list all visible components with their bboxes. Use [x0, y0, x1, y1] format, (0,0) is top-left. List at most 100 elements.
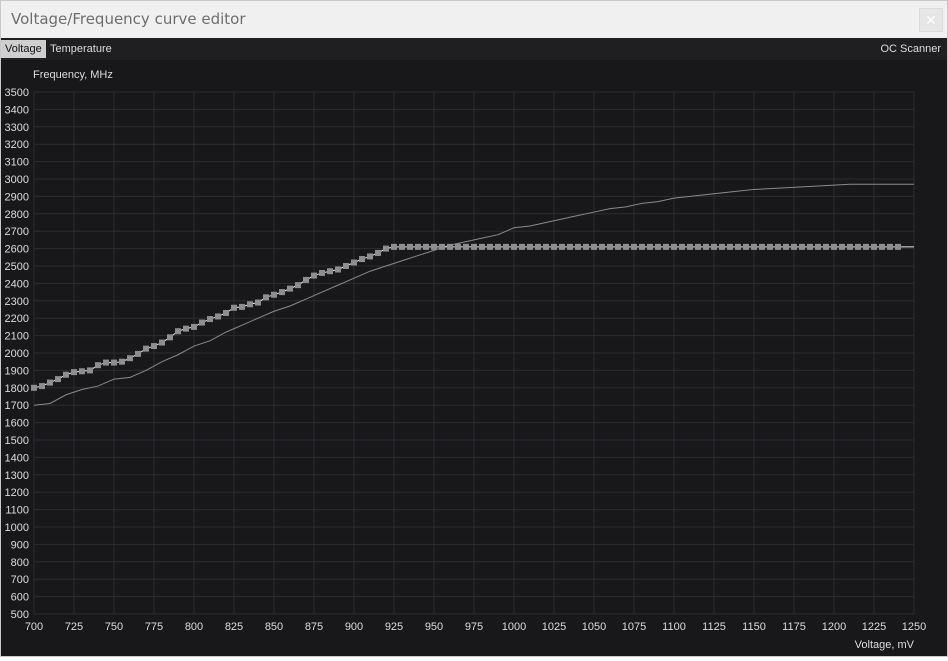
vf-curve-point[interactable]	[759, 243, 765, 250]
vf-curve-point[interactable]	[55, 376, 61, 383]
vf-curve-point[interactable]	[407, 243, 413, 250]
vf-curve-point[interactable]	[199, 319, 205, 326]
tab-temperature[interactable]: Temperature	[46, 40, 116, 58]
chart-svg[interactable]: 500 600 700 800 900 1000 1100 1200 1300 1400 1500 1…	[1, 60, 947, 656]
vf-curve-point[interactable]	[151, 343, 157, 350]
vf-curve-point[interactable]	[175, 328, 181, 335]
vf-curve-point[interactable]	[855, 243, 861, 250]
vf-curve-point[interactable]	[391, 243, 397, 250]
vf-curve-chart[interactable]: 500 600 700 800 900 1000 1100 1200 1300 1400 1500 1…	[1, 60, 947, 656]
vf-curve-point[interactable]	[95, 362, 101, 369]
vf-curve-point[interactable]	[31, 384, 37, 391]
vf-curve-point[interactable]	[63, 371, 69, 378]
vf-curve-point[interactable]	[351, 259, 357, 266]
vf-curve-point[interactable]	[823, 243, 829, 250]
vf-curve-point[interactable]	[591, 243, 597, 250]
vf-curve-point[interactable]	[751, 243, 757, 250]
vf-curve-point[interactable]	[143, 345, 149, 352]
vf-curve-point[interactable]	[719, 243, 725, 250]
vf-curve-point[interactable]	[567, 243, 573, 250]
vf-curve-point[interactable]	[807, 243, 813, 250]
vf-curve-point[interactable]	[295, 282, 301, 289]
vf-curve-point[interactable]	[639, 243, 645, 250]
vf-curve-point[interactable]	[215, 313, 221, 320]
vf-curve-point[interactable]	[799, 243, 805, 250]
tab-oc-scanner[interactable]: OC Scanner	[876, 40, 945, 58]
vf-curve-point[interactable]	[703, 243, 709, 250]
vf-curve-point[interactable]	[159, 339, 165, 346]
vf-curve-point[interactable]	[439, 243, 445, 250]
vf-curve-point[interactable]	[503, 243, 509, 250]
vf-curve-point[interactable]	[303, 276, 309, 283]
vf-curve-point[interactable]	[127, 355, 133, 362]
vf-curve-point[interactable]	[599, 243, 605, 250]
vf-curve-point[interactable]	[775, 243, 781, 250]
vf-curve-point[interactable]	[519, 243, 525, 250]
vf-curve-point[interactable]	[495, 243, 501, 250]
vf-curve-point[interactable]	[47, 379, 53, 386]
vf-curve-point[interactable]	[783, 243, 789, 250]
vf-curve-point[interactable]	[239, 303, 245, 310]
vf-curve-point[interactable]	[207, 316, 213, 323]
vf-curve-point[interactable]	[343, 263, 349, 269]
vf-curve-point[interactable]	[895, 243, 901, 250]
vf-curve-point[interactable]	[615, 243, 621, 250]
vf-curve-point[interactable]	[271, 291, 277, 298]
vf-curve-point[interactable]	[727, 243, 733, 250]
vf-curve-point[interactable]	[575, 243, 581, 250]
vf-curve-point[interactable]	[359, 256, 365, 263]
vf-curve-point[interactable]	[631, 243, 637, 250]
vf-curve-point[interactable]	[103, 359, 109, 366]
vf-curve-point[interactable]	[415, 243, 421, 250]
vf-curve-point[interactable]	[367, 253, 373, 260]
vf-curve-point[interactable]	[655, 243, 661, 250]
vf-curve-point[interactable]	[79, 368, 85, 375]
vf-curve-point[interactable]	[231, 304, 237, 311]
vf-curve-point[interactable]	[383, 245, 389, 252]
tab-voltage[interactable]: Voltage	[1, 40, 46, 58]
vf-curve-point[interactable]	[679, 243, 685, 250]
vf-curve-point[interactable]	[815, 243, 821, 250]
vf-curve-point[interactable]	[831, 243, 837, 250]
vf-curve-point[interactable]	[335, 266, 341, 273]
vf-curve-point[interactable]	[255, 299, 261, 306]
vf-curve-point[interactable]	[551, 243, 557, 250]
vf-curve-point[interactable]	[623, 243, 629, 250]
vf-curve-point[interactable]	[543, 243, 549, 250]
vf-curve-point[interactable]	[447, 243, 453, 250]
vf-curve-point[interactable]	[119, 358, 125, 365]
vf-curve-point[interactable]	[879, 243, 885, 250]
vf-curve-point[interactable]	[671, 243, 677, 250]
vf-curve-point[interactable]	[791, 243, 797, 250]
vf-curve-point[interactable]	[663, 243, 669, 250]
vf-curve-point[interactable]	[607, 243, 613, 250]
vf-curve-point[interactable]	[87, 367, 93, 374]
vf-curve-point[interactable]	[191, 323, 197, 330]
vf-curve-point[interactable]	[399, 243, 405, 250]
vf-curve-point[interactable]	[887, 243, 893, 250]
vf-curve-point[interactable]	[863, 243, 869, 250]
vf-curve-point[interactable]	[319, 269, 325, 276]
vf-curve-point[interactable]	[511, 243, 517, 250]
vf-curve-point[interactable]	[247, 301, 253, 308]
vf-curve-point[interactable]	[871, 243, 877, 250]
close-button[interactable]: ✕	[919, 8, 943, 32]
vf-curve-point[interactable]	[711, 243, 717, 250]
vf-curve-point[interactable]	[327, 268, 333, 275]
vf-curve-point[interactable]	[263, 294, 269, 301]
vf-curve-point[interactable]	[71, 369, 77, 376]
vf-curve-point[interactable]	[375, 249, 381, 256]
vf-curve-point[interactable]	[535, 243, 541, 250]
vf-curve-point[interactable]	[287, 285, 293, 292]
vf-curve-point[interactable]	[839, 243, 845, 250]
vf-curve-point[interactable]	[455, 243, 461, 250]
vf-curve-point[interactable]	[279, 289, 285, 296]
vf-curve-point[interactable]	[695, 243, 701, 250]
vf-curve-point[interactable]	[647, 243, 653, 250]
vf-curve-point[interactable]	[431, 243, 437, 250]
vf-curve-point[interactable]	[527, 243, 533, 250]
vf-curve-point[interactable]	[487, 243, 493, 250]
vf-curve-point[interactable]	[167, 334, 173, 341]
vf-curve-point[interactable]	[735, 243, 741, 250]
vf-curve-point[interactable]	[463, 243, 469, 250]
